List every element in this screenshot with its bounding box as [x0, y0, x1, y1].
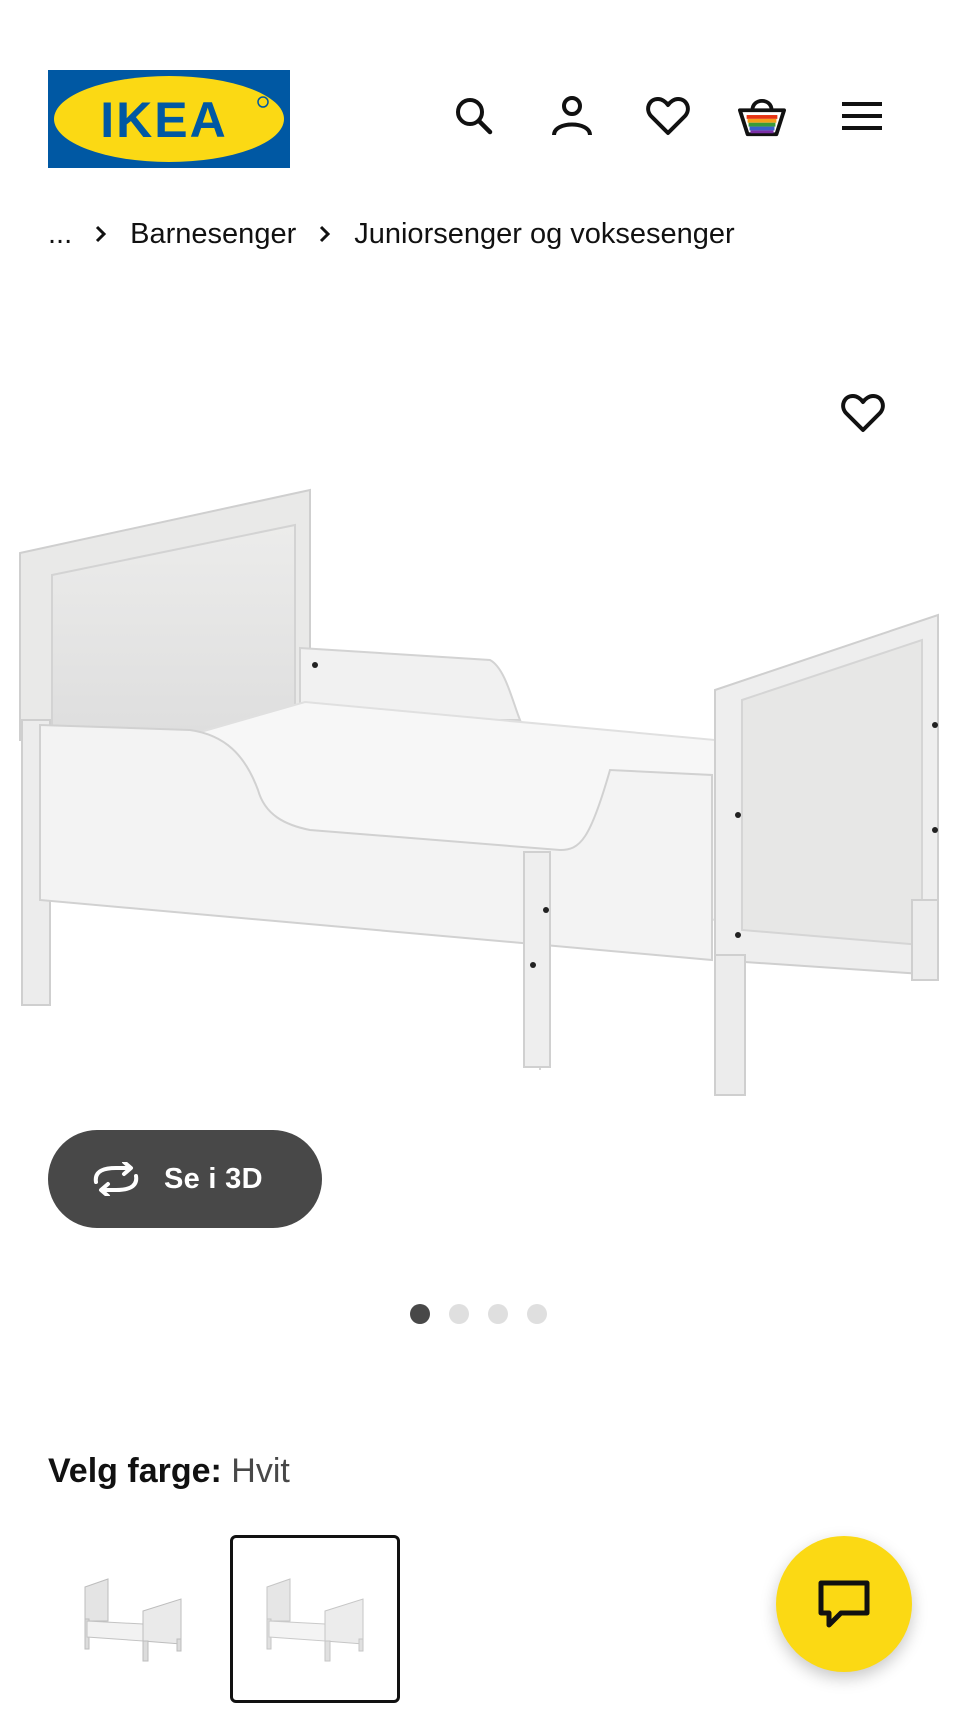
color-label-value: Hvit — [231, 1452, 290, 1490]
bed-thumbnail — [266, 1578, 364, 1662]
logo-text: IKEA — [100, 92, 227, 148]
carousel-dot[interactable] — [527, 1304, 547, 1324]
carousel-dot[interactable] — [410, 1304, 430, 1324]
heart-icon — [841, 394, 885, 432]
rotate-3d-icon — [93, 1162, 139, 1196]
search-button[interactable] — [450, 92, 498, 140]
breadcrumb: ... Barnesenger Juniorsenger og voksesen… — [48, 212, 735, 256]
product-image[interactable] — [0, 330, 960, 1160]
account-icon — [552, 96, 592, 136]
chevron-right-icon — [318, 224, 332, 244]
breadcrumb-item-barnesenger[interactable]: Barnesenger — [130, 218, 296, 251]
menu-button[interactable] — [838, 92, 886, 140]
chevron-right-icon — [94, 224, 108, 244]
add-to-favourites-button[interactable] — [838, 388, 888, 438]
color-selection-label: Velg farge: Hvit — [48, 1452, 290, 1491]
chat-button[interactable] — [776, 1536, 912, 1672]
menu-icon — [842, 102, 882, 130]
view-in-3d-label: Se i 3D — [164, 1162, 263, 1195]
header: IKEA — [0, 0, 960, 190]
breadcrumb-ellipsis[interactable]: ... — [48, 218, 72, 251]
heart-icon — [646, 97, 690, 135]
ikea-logo[interactable]: IKEA — [48, 70, 290, 168]
carousel-dot[interactable] — [449, 1304, 469, 1324]
product-page: IKEA ... Barnesenger Juniorsenger og vok… — [0, 0, 960, 1733]
search-icon — [456, 98, 493, 135]
basket-button[interactable] — [738, 92, 786, 140]
favourites-button[interactable] — [644, 92, 692, 140]
basket-icon — [738, 98, 786, 137]
view-in-3d-button[interactable]: Se i 3D — [48, 1130, 322, 1228]
bed-image — [19, 488, 939, 1096]
carousel-dot[interactable] — [488, 1304, 508, 1324]
image-carousel-dots — [410, 1304, 547, 1324]
color-label-key: Velg farge: — [48, 1452, 222, 1490]
account-button[interactable] — [548, 92, 596, 140]
chat-icon — [818, 1580, 870, 1628]
breadcrumb-item-juniorsenger[interactable]: Juniorsenger og voksesenger — [354, 218, 734, 251]
color-swatch-selected[interactable] — [230, 1535, 400, 1703]
color-swatch[interactable] — [48, 1535, 218, 1703]
bed-thumbnail — [84, 1578, 182, 1662]
